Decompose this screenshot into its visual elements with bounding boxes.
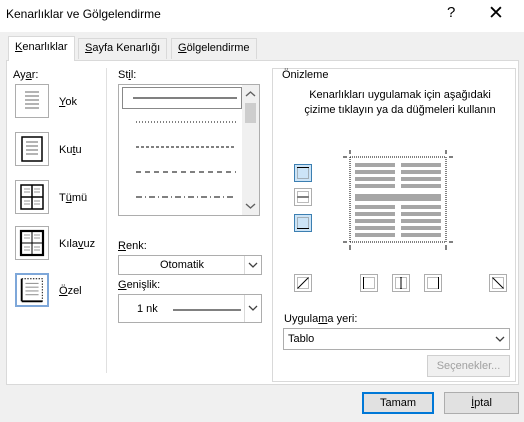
diagonal-up-icon (297, 277, 309, 289)
border-diagonal-down-button[interactable] (489, 274, 507, 292)
preview-instruction: Kenarlıkları uygulamak için aşağıdaki çi… (304, 89, 496, 116)
width-line-sample (173, 309, 241, 311)
width-value: 1 nk (137, 303, 158, 315)
border-inside-vertical-button[interactable] (392, 274, 410, 292)
tab-page-border[interactable]: Sayfa Kenarlığı (78, 38, 168, 59)
border-top-button[interactable] (294, 164, 312, 182)
color-label: Renk: (118, 240, 147, 252)
width-label: Genişlik: (118, 279, 161, 291)
scroll-thumb[interactable] (245, 103, 256, 123)
scroll-down-icon[interactable] (242, 199, 259, 213)
scroll-up-icon[interactable] (242, 87, 259, 101)
border-right-icon (427, 277, 439, 289)
border-all-icon (20, 184, 44, 210)
setting-custom-label: Özel (59, 285, 82, 297)
apply-to-select[interactable]: Tablo (283, 328, 510, 350)
border-box-icon (21, 136, 43, 162)
setting-none-label: Yok (59, 96, 77, 108)
border-inside-horizontal-button[interactable] (294, 188, 312, 206)
cancel-button[interactable]: İptal (444, 392, 519, 414)
chevron-down-icon (248, 305, 258, 311)
style-item-dashed[interactable] (122, 162, 242, 184)
border-left-button[interactable] (360, 274, 378, 292)
divider (106, 68, 107, 373)
width-select[interactable]: 1 nk (118, 294, 262, 323)
setting-none-button[interactable] (15, 84, 49, 118)
close-button[interactable]: ✕ (488, 2, 504, 25)
setting-all-label: Tümü (59, 192, 88, 204)
border-inside-vertical-icon (395, 277, 407, 289)
setting-box-label: Kutu (59, 144, 82, 156)
border-inside-horizontal-icon (297, 191, 309, 203)
apply-to-label: Uygulama yeri: (284, 313, 358, 325)
border-right-button[interactable] (424, 274, 442, 292)
style-item-dashed-small[interactable] (122, 137, 242, 159)
setting-label: Ayar: (13, 69, 39, 81)
apply-to-value: Tablo (288, 333, 315, 345)
border-bottom-icon (297, 217, 309, 229)
table-preview[interactable] (343, 150, 453, 250)
ok-button[interactable]: Tamam (362, 392, 434, 414)
border-grid-icon (19, 229, 45, 257)
setting-custom-button[interactable] (15, 273, 49, 307)
border-top-icon (297, 167, 309, 179)
setting-grid-label: Kılavuz (59, 238, 96, 250)
help-button[interactable]: ? (447, 4, 455, 21)
chevron-down-icon (248, 262, 258, 268)
style-list[interactable] (118, 84, 260, 216)
style-item-dotted[interactable] (122, 112, 242, 134)
style-item-solid[interactable] (122, 87, 242, 109)
style-label: Stil: (118, 69, 137, 81)
setting-all-button[interactable] (15, 180, 49, 214)
color-select[interactable]: Otomatik (118, 255, 262, 275)
style-item-dash-dot[interactable] (122, 187, 242, 209)
diagonal-down-icon (492, 277, 504, 289)
border-left-icon (363, 277, 375, 289)
setting-box-button[interactable] (15, 132, 49, 166)
tab-borders[interactable]: Kenarlıklar (8, 36, 75, 61)
options-button[interactable]: Seçenekler... (427, 355, 510, 377)
style-scrollbar[interactable] (242, 85, 259, 215)
chevron-down-icon (495, 336, 505, 342)
border-bottom-button[interactable] (294, 214, 312, 232)
preview-title: Önizleme (282, 69, 329, 81)
dialog-title: Kenarlıklar ve Gölgelendirme (6, 7, 161, 21)
border-custom-icon (20, 278, 43, 303)
color-value: Otomatik (159, 259, 204, 271)
border-diagonal-up-button[interactable] (294, 274, 312, 292)
setting-grid-button[interactable] (15, 226, 49, 260)
border-none-icon (25, 91, 39, 109)
tab-shading[interactable]: Gölgelendirme (171, 38, 257, 59)
